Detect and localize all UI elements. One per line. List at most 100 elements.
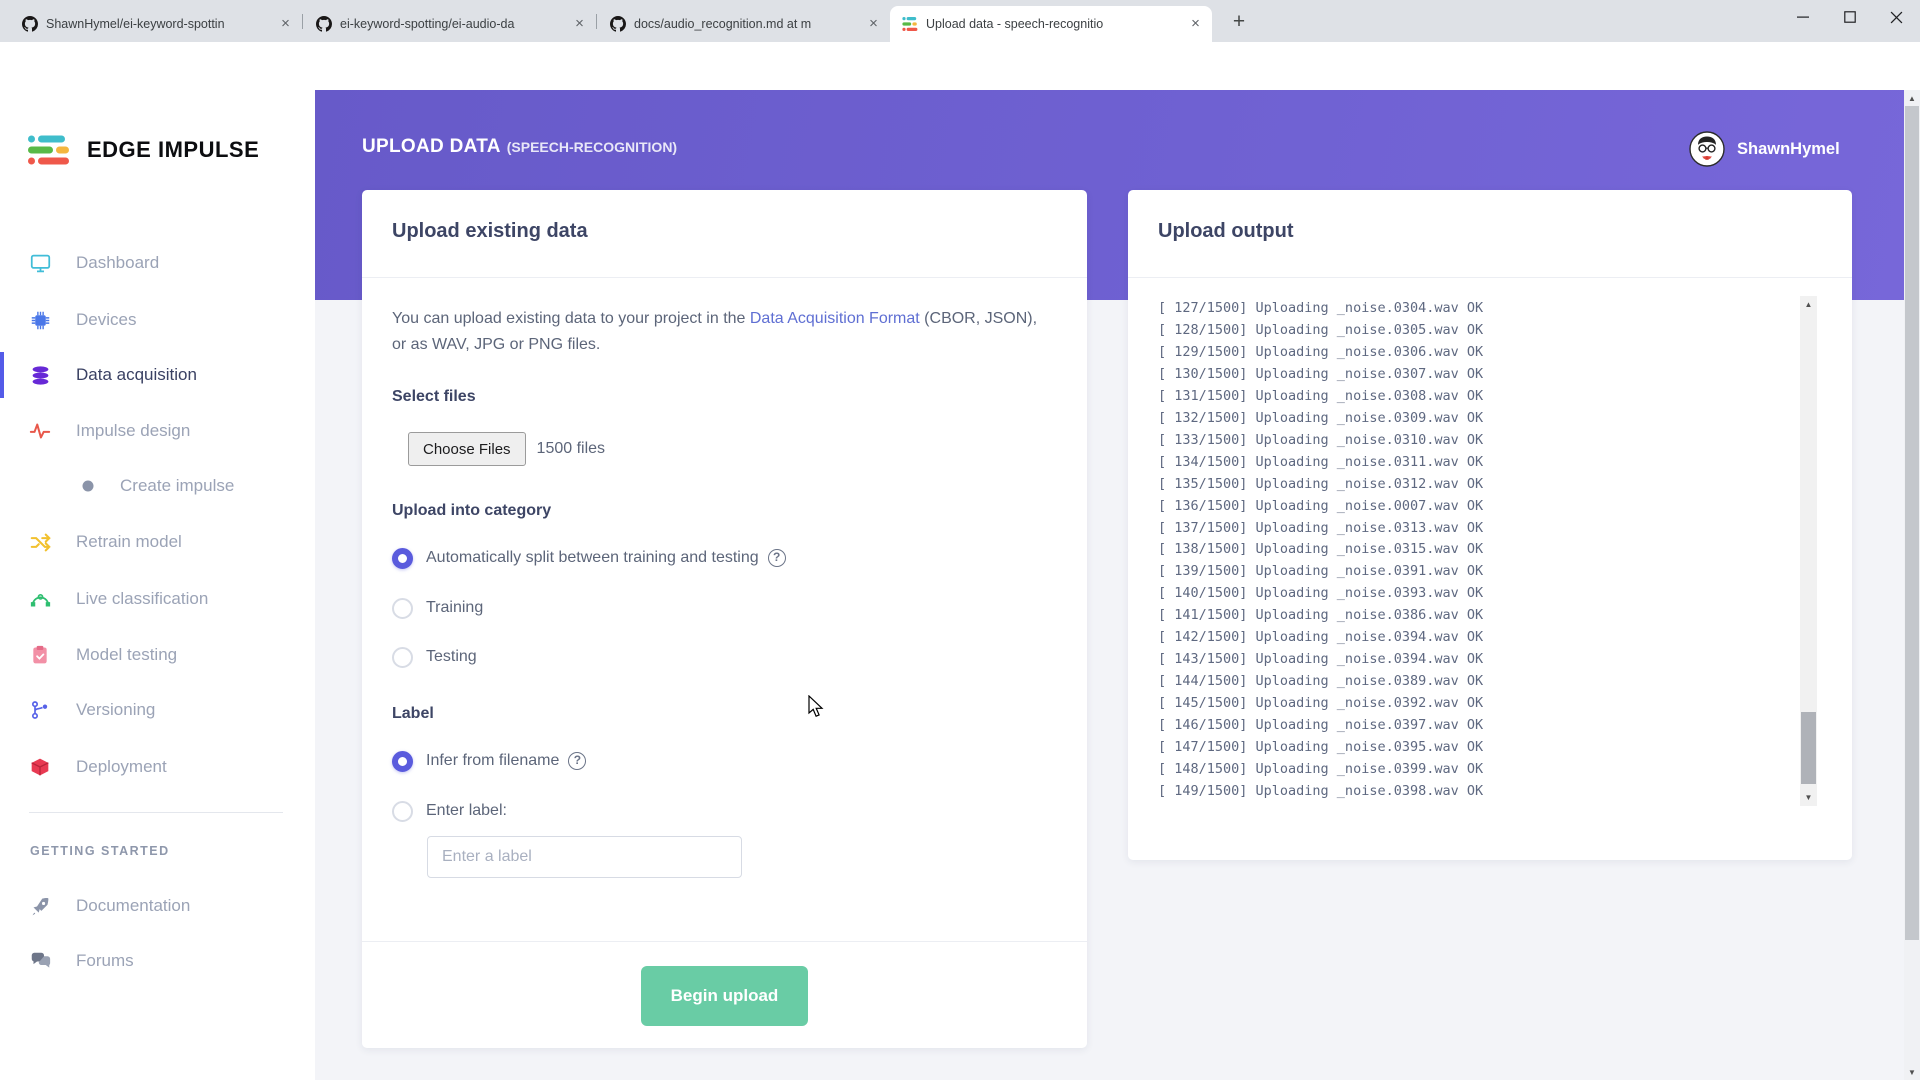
- choose-files-button[interactable]: Choose Files: [408, 432, 526, 466]
- radio-unselected-icon[interactable]: [392, 597, 413, 619]
- scroll-up-icon[interactable]: ▲: [1904, 90, 1920, 106]
- sidebar-item-label: Documentation: [76, 896, 191, 915]
- begin-upload-button[interactable]: Begin upload: [641, 966, 808, 1026]
- sidebar-item-versioning[interactable]: Versioning: [0, 687, 315, 733]
- sidebar-item-impulse-design[interactable]: Impulse design: [0, 408, 315, 454]
- user-avatar: [1689, 131, 1725, 167]
- github-icon: [610, 16, 626, 32]
- browser-tab-1[interactable]: ShawnHymel/ei-keyword-spottin ×: [10, 6, 302, 42]
- sidebar-item-devices[interactable]: Devices: [0, 297, 315, 343]
- sidebar-item-label: Create impulse: [120, 476, 235, 495]
- edge-impulse-logo[interactable]: EDGE IMPULSE: [28, 134, 259, 166]
- sidebar-item-label: Impulse design: [76, 421, 191, 440]
- sidebar-item-forums[interactable]: Forums: [0, 938, 315, 984]
- active-item-indicator: [0, 352, 4, 398]
- dashboard-icon: [28, 251, 52, 275]
- radio-selected-icon[interactable]: [392, 750, 413, 772]
- tab-close-icon[interactable]: ×: [865, 15, 882, 33]
- tab-title: ei-keyword-spotting/ei-audio-da: [340, 17, 515, 31]
- sidebar-item-label: Deployment: [76, 757, 167, 776]
- card-header: Upload existing data: [362, 190, 1087, 278]
- log-line: [ 127/1500] Uploading _noise.0304.wav OK: [1158, 300, 1484, 316]
- category-option-training[interactable]: Training: [392, 596, 1057, 620]
- sidebar-item-create-impulse[interactable]: Create impulse: [0, 463, 315, 509]
- select-files-label: Select files: [392, 388, 476, 405]
- log-line: [ 141/1500] Uploading _noise.0386.wav OK: [1158, 607, 1484, 624]
- scroll-down-icon[interactable]: ▼: [1800, 789, 1817, 806]
- category-option-auto-split[interactable]: Automatically split between training and…: [392, 546, 1057, 570]
- browser-tab-strip: ShawnHymel/ei-keyword-spottin × ei-keywo…: [0, 0, 1920, 42]
- sidebar-item-deployment[interactable]: Deployment: [0, 744, 315, 790]
- data-acquisition-format-link[interactable]: Data Acquisition Format: [750, 310, 920, 327]
- user-name: ShawnHymel: [1737, 139, 1840, 158]
- git-branch-icon: [28, 698, 52, 722]
- category-option-testing[interactable]: Testing: [392, 645, 1057, 669]
- sidebar-item-data-acquisition[interactable]: Data acquisition: [0, 352, 315, 398]
- maximize-button[interactable]: [1826, 0, 1873, 34]
- upload-existing-data-card: Upload existing data You can upload exis…: [362, 190, 1087, 1048]
- project-name: (SPEECH-RECOGNITION): [506, 139, 678, 155]
- shuffle-icon: [28, 530, 52, 554]
- edge-impulse-logo-icon: [28, 135, 69, 165]
- help-icon[interactable]: ?: [767, 549, 786, 567]
- sidebar: EDGE IMPULSE Dashboard Devices Data acqu…: [0, 90, 315, 1080]
- brand-name: EDGE IMPULSE: [87, 137, 260, 162]
- help-icon[interactable]: ?: [568, 752, 587, 770]
- sidebar-item-label: Versioning: [76, 700, 156, 719]
- window-controls: [1779, 0, 1920, 34]
- tab-close-icon[interactable]: ×: [277, 15, 294, 33]
- log-line: [ 148/1500] Uploading _noise.0399.wav OK: [1158, 761, 1484, 778]
- page-scrollbar-thumb[interactable]: [1905, 106, 1919, 940]
- log-line: [ 147/1500] Uploading _noise.0395.wav OK: [1158, 739, 1484, 756]
- bullet-dot-icon: [76, 474, 100, 498]
- radio-label: Enter label:: [426, 802, 507, 819]
- log-scrollbar[interactable]: ▲ ▼: [1800, 296, 1817, 806]
- page-scrollbar[interactable]: ▲ ▼: [1904, 90, 1920, 1080]
- card-title: Upload existing data: [392, 220, 588, 242]
- sidebar-item-dashboard[interactable]: Dashboard: [0, 240, 315, 286]
- log-line: [ 132/1500] Uploading _noise.0309.wav OK: [1158, 409, 1484, 426]
- github-icon: [316, 16, 332, 32]
- sidebar-item-documentation[interactable]: Documentation: [0, 883, 315, 929]
- log-line: [ 137/1500] Uploading _noise.0313.wav OK: [1158, 519, 1484, 536]
- card-body: You can upload existing data to your pro…: [362, 278, 1087, 878]
- label-input[interactable]: [427, 836, 742, 878]
- card-footer: Begin upload: [362, 941, 1087, 1048]
- edge-impulse-app: UPLOAD DATA (SPEECH-RECOGNITION) ShawnHym…: [0, 90, 1920, 1080]
- cube-icon: [28, 755, 52, 779]
- log-line: [ 143/1500] Uploading _noise.0394.wav OK: [1158, 651, 1484, 668]
- tab-separator: [596, 14, 597, 29]
- log-scrollbar-thumb[interactable]: [1801, 712, 1816, 784]
- log-line: [ 130/1500] Uploading _noise.0307.wav OK: [1158, 365, 1484, 382]
- log-line: [ 128/1500] Uploading _noise.0305.wav OK: [1158, 321, 1484, 338]
- data-acquisition-icon: [28, 363, 52, 387]
- log-line: [ 149/1500] Uploading _noise.0398.wav OK: [1158, 782, 1484, 799]
- log-line: [ 146/1500] Uploading _noise.0397.wav OK: [1158, 717, 1484, 734]
- radio-selected-icon[interactable]: [392, 547, 413, 569]
- sidebar-item-model-testing[interactable]: Model testing: [0, 632, 315, 678]
- browser-tab-2[interactable]: ei-keyword-spotting/ei-audio-da ×: [304, 6, 596, 42]
- label-option-enter[interactable]: Enter label:: [392, 799, 1057, 823]
- sidebar-item-retrain-model[interactable]: Retrain model: [0, 519, 315, 565]
- scroll-down-icon[interactable]: ▼: [1904, 1064, 1920, 1080]
- label-option-infer[interactable]: Infer from filename ?: [392, 749, 1057, 773]
- new-tab-button[interactable]: +: [1224, 8, 1254, 38]
- tab-title: Upload data - speech-recognitio: [926, 17, 1104, 31]
- log-line: [ 138/1500] Uploading _noise.0315.wav OK: [1158, 541, 1484, 558]
- scroll-up-icon[interactable]: ▲: [1800, 296, 1817, 313]
- browser-tab-3[interactable]: docs/audio_recognition.md at m ×: [598, 6, 890, 42]
- log-line: [ 134/1500] Uploading _noise.0311.wav OK: [1158, 453, 1484, 470]
- upload-log[interactable]: [ 127/1500] Uploading _noise.0304.wav OK…: [1158, 288, 1796, 806]
- browser-tab-active[interactable]: Upload data - speech-recognitio ×: [890, 6, 1212, 42]
- sidebar-item-label: Dashboard: [76, 253, 160, 272]
- close-window-button[interactable]: [1873, 0, 1920, 34]
- sidebar-item-label: Model testing: [76, 645, 178, 664]
- radio-unselected-icon[interactable]: [392, 800, 413, 822]
- log-line: [ 142/1500] Uploading _noise.0394.wav OK: [1158, 629, 1484, 646]
- tab-close-icon[interactable]: ×: [571, 15, 588, 33]
- user-chip[interactable]: ShawnHymel: [1689, 131, 1840, 167]
- tab-close-icon[interactable]: ×: [1187, 15, 1204, 33]
- sidebar-item-live-classification[interactable]: Live classification: [0, 576, 315, 622]
- radio-unselected-icon[interactable]: [392, 646, 413, 668]
- minimize-button[interactable]: [1779, 0, 1826, 34]
